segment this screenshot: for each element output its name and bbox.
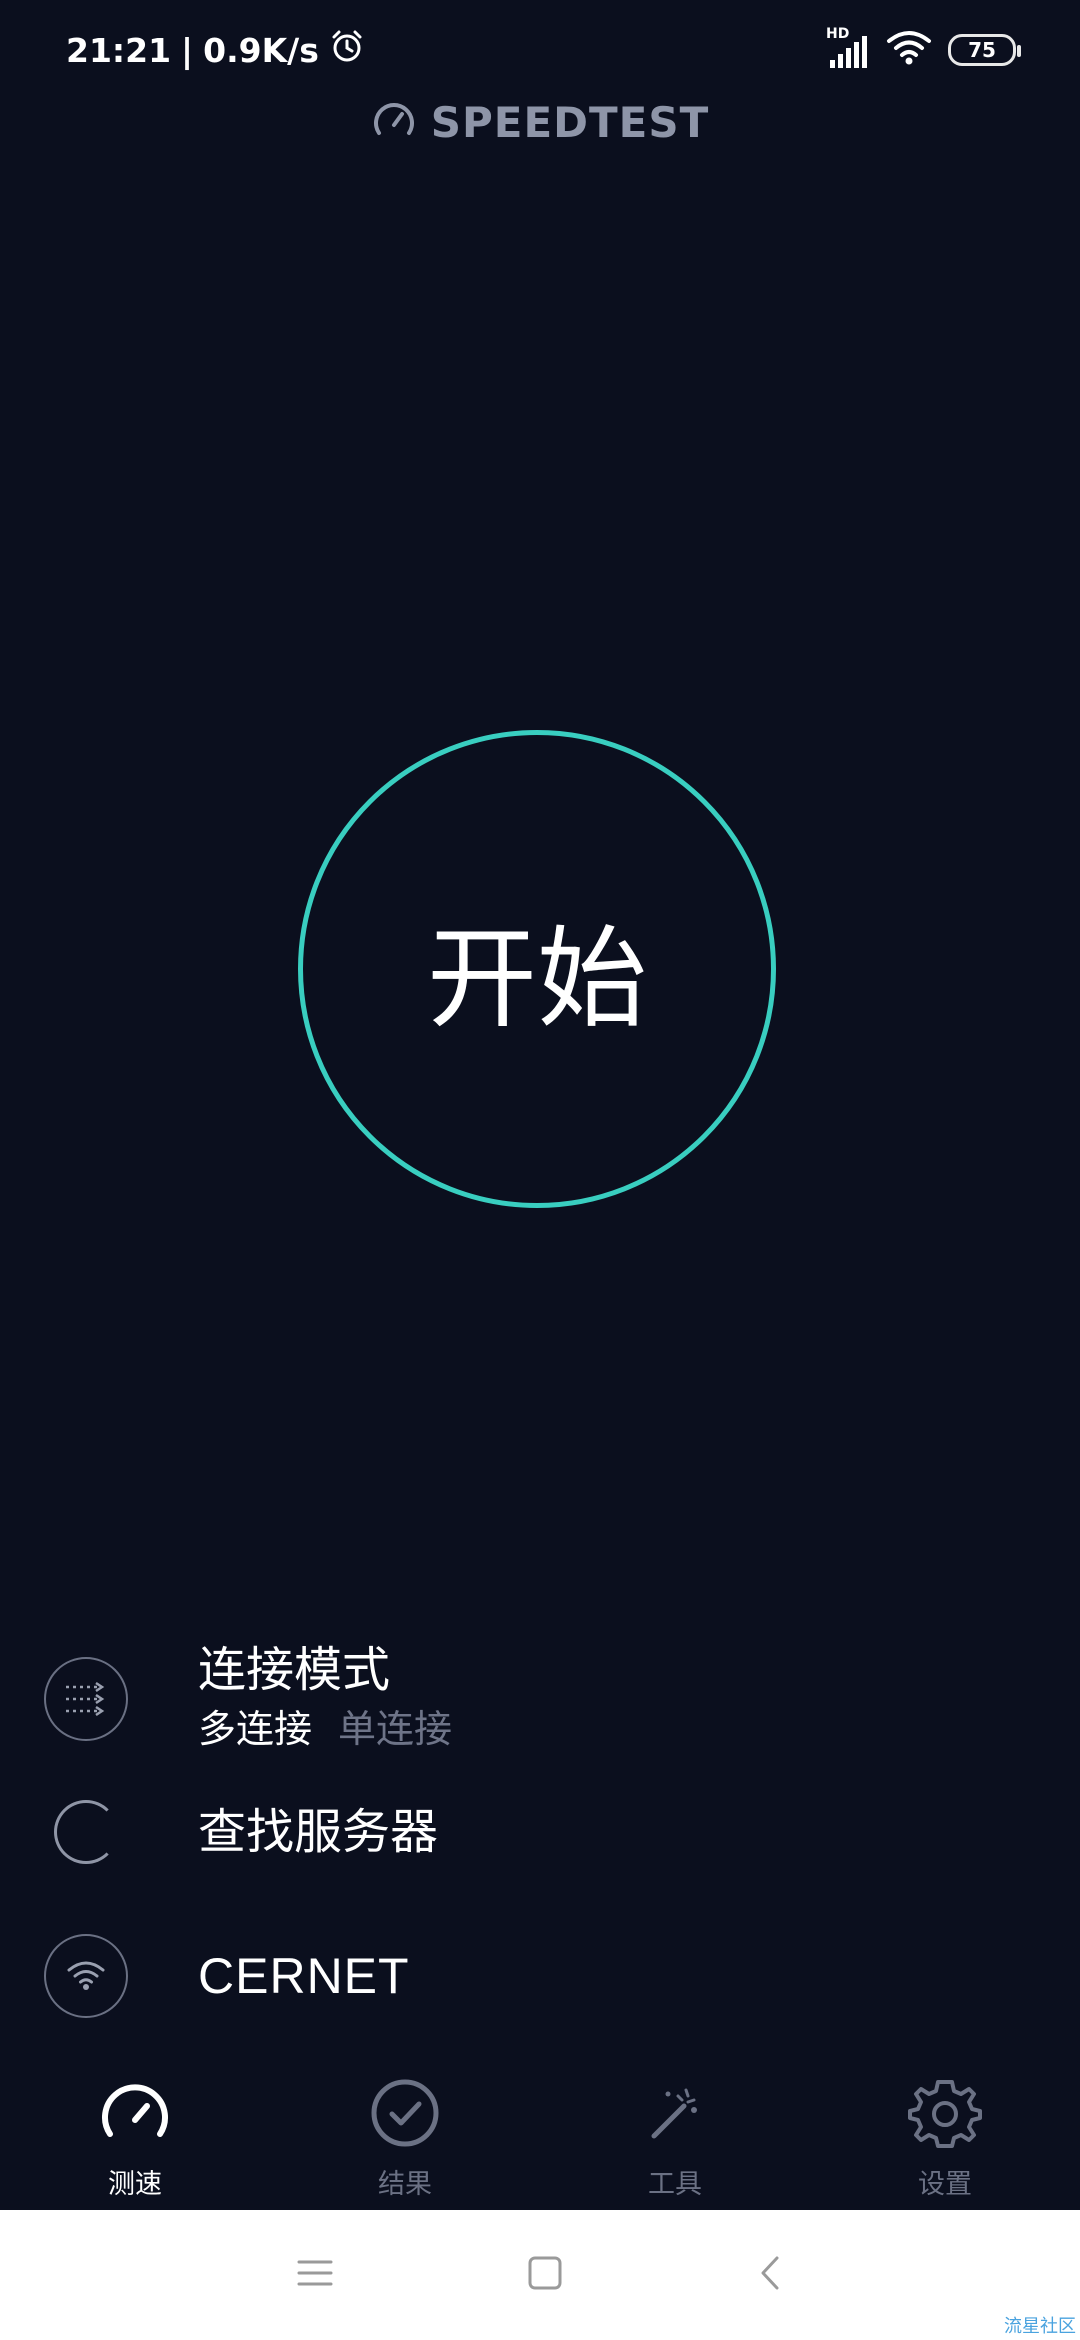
battery-level: 75 xyxy=(968,38,996,62)
magic-wand-icon xyxy=(638,2076,712,2154)
mode-option-single[interactable]: 单连接 xyxy=(338,1698,452,1753)
system-nav-bar: 流星社区 xyxy=(0,2210,1080,2340)
status-separator: | xyxy=(181,30,194,70)
tab-settings[interactable]: 设置 xyxy=(810,2060,1080,2210)
wifi-icon xyxy=(886,29,932,71)
status-bar: 21:21 | 0.9K/s HD 75 xyxy=(0,0,1080,100)
bottom-tab-bar: 测速 结果 工具 设置 xyxy=(0,2060,1080,2210)
start-button[interactable]: 开始 xyxy=(298,730,776,1208)
status-right: HD 75 xyxy=(826,26,1021,72)
tab-label: 设置 xyxy=(918,2169,972,2200)
app-header: SPEEDTEST xyxy=(0,92,1080,152)
status-net-speed: 0.9K/s xyxy=(203,30,319,70)
gear-icon xyxy=(908,2076,982,2154)
status-left: 21:21 | 0.9K/s xyxy=(66,28,365,72)
server-label: 查找服务器 xyxy=(198,1804,439,1860)
status-time: 21:21 xyxy=(66,30,172,70)
wifi-icon xyxy=(44,1934,128,2018)
tab-results[interactable]: 结果 xyxy=(270,2060,540,2210)
signal-icon: HD xyxy=(826,26,870,70)
speedometer-icon xyxy=(98,2076,172,2154)
server-row[interactable]: 查找服务器 xyxy=(44,1790,438,1874)
start-button-label: 开始 xyxy=(427,915,647,1043)
loading-spinner-icon xyxy=(44,1790,128,1874)
tab-label: 测速 xyxy=(108,2169,162,2200)
tab-speedtest[interactable]: 测速 xyxy=(0,2060,270,2210)
network-name: CERNET xyxy=(198,1948,410,2004)
mode-option-multi[interactable]: 多连接 xyxy=(198,1698,312,1753)
tab-label: 结果 xyxy=(378,2169,432,2200)
connection-mode-row[interactable]: 连接模式 多连接 单连接 xyxy=(44,1644,452,1753)
connection-mode-icon xyxy=(44,1656,128,1741)
menu-icon[interactable] xyxy=(295,2256,335,2294)
battery-icon: 75 xyxy=(948,34,1021,66)
back-icon[interactable] xyxy=(755,2253,785,2297)
check-circle-icon xyxy=(368,2076,442,2154)
tab-label: 工具 xyxy=(648,2169,702,2200)
alarm-icon xyxy=(329,28,365,72)
network-row[interactable]: CERNET xyxy=(44,1934,410,2018)
speedometer-icon xyxy=(371,97,417,147)
watermark: 流星社区 xyxy=(1004,2316,1076,2337)
connection-mode-title: 连接模式 xyxy=(198,1642,391,1698)
home-icon[interactable] xyxy=(525,2253,565,2297)
tab-tools[interactable]: 工具 xyxy=(540,2060,810,2210)
brand-name: SPEEDTEST xyxy=(430,97,710,147)
